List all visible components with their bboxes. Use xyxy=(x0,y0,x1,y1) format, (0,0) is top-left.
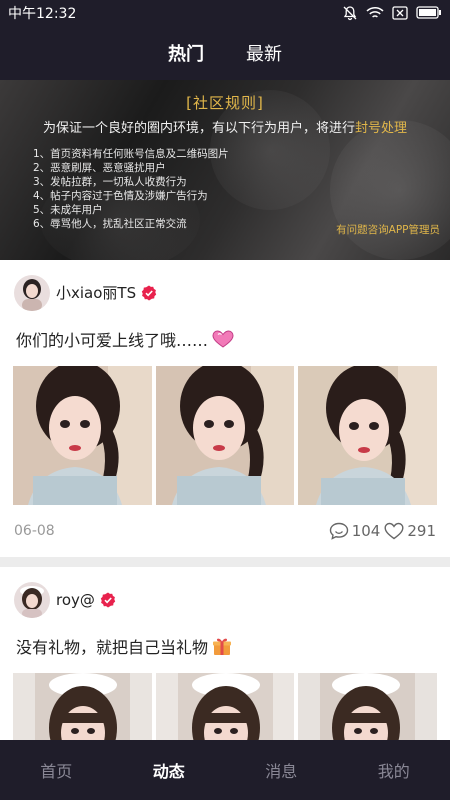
like-count: 291 xyxy=(407,522,436,540)
post-text: 没有礼物，就把自己当礼物 xyxy=(0,619,450,659)
community-rules-banner[interactable]: [社区规则] 为保证一个良好的圈内环境，有以下行为用户，将进行封号处理 1、首页… xyxy=(0,80,450,260)
rules-list: 1、首页资料有任何账号信息及二维码图片 2、恶意刷屏、恶意骚扰用户 3、发帖拉群… xyxy=(33,147,229,231)
mute-bell-icon xyxy=(343,5,357,20)
heart-icon xyxy=(384,522,404,540)
gift-emoji-icon xyxy=(212,636,232,656)
avatar[interactable] xyxy=(14,581,50,618)
rule-item: 2、恶意刷屏、恶意骚扰用户 xyxy=(33,162,166,174)
comment-button[interactable]: 104 xyxy=(329,522,381,540)
battery-icon xyxy=(416,6,441,19)
banner-contact-note: 有问题咨询APP管理员 xyxy=(336,224,440,236)
nav-feed[interactable]: 动态 xyxy=(113,758,225,782)
rule-item: 1、首页资料有任何账号信息及二维码图片 xyxy=(33,148,229,160)
wifi-icon xyxy=(366,6,384,18)
banner-title: [社区规则] xyxy=(186,94,264,112)
comment-count: 104 xyxy=(351,522,381,540)
post-photos xyxy=(0,659,450,740)
rule-item: 6、辱骂他人，扰乱社区正常交流 xyxy=(33,218,187,230)
post-header: roy@ xyxy=(0,567,450,619)
banner-background-shade xyxy=(330,120,450,260)
tab-latest[interactable]: 最新 xyxy=(246,40,282,66)
post-photo[interactable] xyxy=(298,673,438,740)
verified-badge-icon xyxy=(100,592,116,608)
post-date: 06-08 xyxy=(14,523,55,539)
bottom-nav: 首页 动态 消息 我的 xyxy=(0,740,450,800)
rule-item: 5、未成年用户 xyxy=(33,204,103,216)
post-photo[interactable] xyxy=(155,673,295,740)
post-photo[interactable] xyxy=(155,366,295,505)
comment-icon xyxy=(329,522,348,540)
nav-profile[interactable]: 我的 xyxy=(338,758,450,782)
post-photo[interactable] xyxy=(13,673,152,740)
rule-item: 4、帖子内容过于色情及涉嫌广告行为 xyxy=(33,190,208,202)
post-photo[interactable] xyxy=(298,366,438,505)
post-photos xyxy=(0,352,450,505)
no-sim-icon xyxy=(392,5,408,20)
banner-intro: 为保证一个良好的圈内环境，有以下行为用户，将进行封号处理 xyxy=(0,117,450,136)
post-card[interactable]: 小xiao丽TS 你们的小可爱上线了哦…… 06-08 104 291 xyxy=(0,260,450,557)
avatar[interactable] xyxy=(14,274,50,311)
post-header: 小xiao丽TS xyxy=(0,260,450,312)
username[interactable]: 小xiao丽TS xyxy=(56,282,136,303)
status-icons xyxy=(342,5,442,21)
post-stats: 104 291 xyxy=(329,522,436,540)
like-button[interactable]: 291 xyxy=(384,522,436,540)
banner-intro-highlight: 封号处理 xyxy=(355,121,408,136)
tab-hot[interactable]: 热门 xyxy=(168,40,204,66)
verified-badge-icon xyxy=(141,285,157,301)
post-feed[interactable]: 小xiao丽TS 你们的小可爱上线了哦…… 06-08 104 291 roy@… xyxy=(0,260,450,740)
post-text: 你们的小可爱上线了哦…… xyxy=(0,312,450,352)
nav-messages[interactable]: 消息 xyxy=(225,758,337,782)
banner-intro-text: 为保证一个良好的圈内环境，有以下行为用户，将进行 xyxy=(42,121,355,136)
nav-home[interactable]: 首页 xyxy=(0,758,112,782)
status-bar: 中午12:32 xyxy=(0,0,450,25)
top-tab-bar: 热门 最新 xyxy=(0,25,450,80)
username[interactable]: roy@ xyxy=(56,591,95,609)
rule-item: 3、发帖拉群，一切私人收费行为 xyxy=(33,176,187,188)
post-text-content: 没有礼物，就把自己当礼物 xyxy=(16,638,209,657)
post-photo[interactable] xyxy=(13,366,152,505)
status-time: 中午12:32 xyxy=(8,5,77,22)
post-card[interactable]: roy@ 没有礼物，就把自己当礼物 xyxy=(0,567,450,740)
post-text-content: 你们的小可爱上线了哦…… xyxy=(16,331,209,350)
post-footer: 06-08 104 291 xyxy=(0,505,450,557)
heart-emoji-icon xyxy=(212,330,234,348)
